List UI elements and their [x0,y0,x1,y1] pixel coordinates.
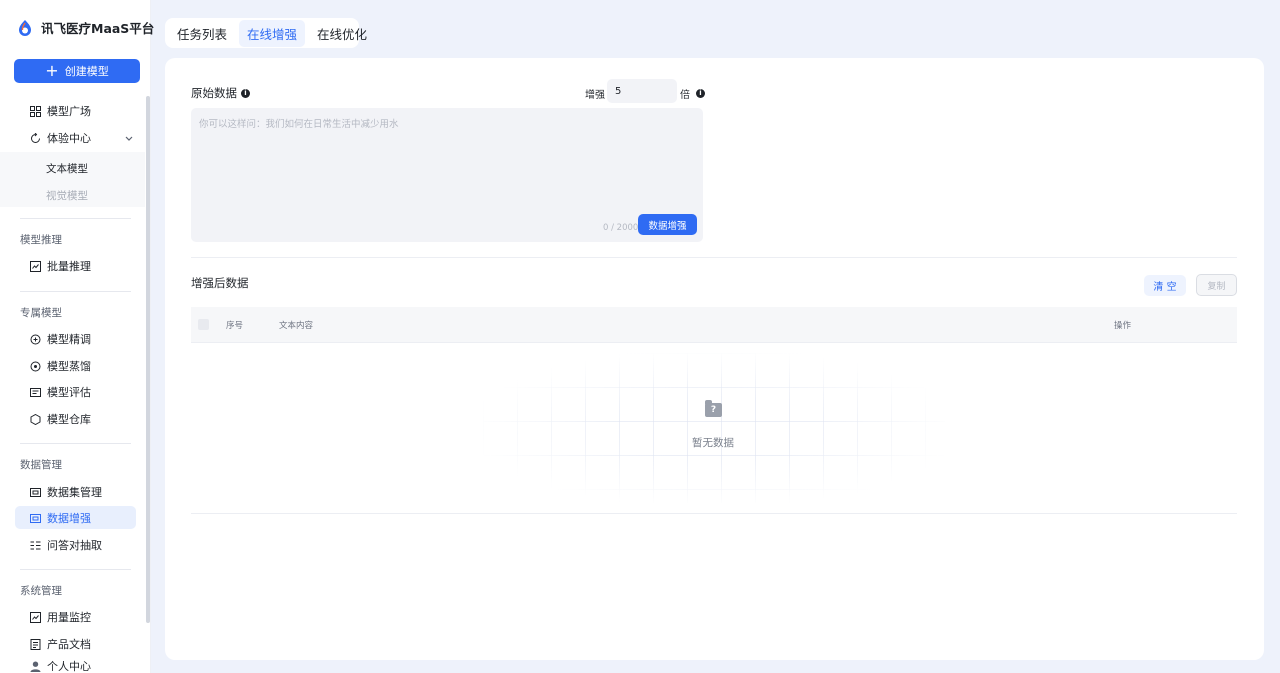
sidebar-item-label: 体验中心 [47,132,91,145]
table-bottom-divider [191,513,1237,514]
grid-icon [30,105,41,117]
section-title-system: 系统管理 [20,585,62,597]
sidebar-item-label: 模型评估 [47,386,91,399]
sidebar-item-data-enhance[interactable]: 数据增强 [30,510,91,526]
chart-icon [30,611,41,623]
char-count: 0 / 2000 [603,223,639,233]
folder-icon [30,513,41,524]
raw-data-textarea[interactable] [191,108,703,242]
sidebar-item-label: 模型仓库 [47,413,91,426]
divider [20,291,131,292]
sidebar-item-label: 产品文档 [47,638,91,651]
divider [20,569,131,570]
sidebar-item-warehouse[interactable]: 模型仓库 [30,411,91,427]
sidebar-item-product-docs[interactable]: 产品文档 [30,636,91,652]
times-unit: 倍 i [680,86,705,101]
tab-task-list[interactable]: 任务列表 [169,20,235,47]
document-icon [30,638,41,650]
result-title: 增强后数据 [191,276,249,290]
sidebar-item-label: 数据增强 [47,512,91,525]
enhance-times-label: 增强 [585,90,605,101]
section-title-inference: 模型推理 [20,234,62,246]
sidebar-item-label: 问答对抽取 [47,539,102,552]
clear-button[interactable]: 清 空 [1144,275,1186,296]
table-header: 序号 文本内容 操作 [191,307,1237,343]
data-enhance-button[interactable]: 数据增强 [638,214,697,235]
section-title-data-mgmt: 数据管理 [20,459,62,471]
sidebar-item-label: 模型广场 [47,105,91,118]
sidebar-item-label: 数据集管理 [47,486,102,499]
chart-icon [30,260,41,272]
tab-bar: 任务列表 在线增强 在线优化 [165,18,367,48]
sidebar-item-qa-extract[interactable]: 问答对抽取 [30,537,102,553]
select-all-checkbox[interactable] [198,319,209,330]
enhance-times-input[interactable] [607,79,677,103]
raw-data-textarea-container: 0 / 2000 数据增强 [191,108,703,242]
empty-text: 暂无数据 [692,437,734,449]
divider [20,218,131,219]
sidebar: 讯飞医疗MaaS平台 + 创建模型 模型广场 体验中心 文本模型 视觉模型 模型… [0,0,154,673]
info-icon[interactable]: i [696,89,705,98]
sidebar-item-label: 个人中心 [47,660,91,673]
plus-icon: + [45,61,59,80]
info-icon[interactable]: i [241,88,250,98]
times-unit-text: 倍 [680,90,690,101]
section-title-exclusive: 专属模型 [20,307,62,319]
copy-button[interactable]: 复制 [1196,274,1237,296]
sidebar-item-distill[interactable]: 模型蒸馏 [30,358,91,374]
tab-online-optimize[interactable]: 在线优化 [309,20,375,47]
sidebar-item-personal-center[interactable]: 个人中心 [30,658,91,673]
raw-data-label: 原始数据 i [191,85,250,101]
sidebar-item-usage-monitor[interactable]: 用量监控 [30,609,91,625]
sidebar-item-model-square[interactable]: 模型广场 [30,103,91,119]
list-icon [30,540,41,551]
sidebar-scrollbar[interactable] [146,96,150,623]
create-model-button[interactable]: + 创建模型 [14,59,140,83]
brand-logo-icon [16,19,34,37]
divider [191,257,1237,258]
sidebar-item-experience-center[interactable]: 体验中心 [30,130,133,146]
sidebar-item-text-model[interactable]: 文本模型 [46,161,88,176]
sidebar-item-label: 模型蒸馏 [47,360,91,373]
refresh-icon [30,132,41,144]
tune-icon [30,334,41,345]
column-header-content: 文本内容 [279,321,314,331]
sidebar-item-label: 模型精调 [47,333,91,346]
sidebar-item-dataset-mgmt[interactable]: 数据集管理 [30,484,102,500]
distill-icon [30,361,41,372]
empty-background-grid [483,353,945,503]
hexagon-icon [30,413,41,425]
folder-icon [30,487,41,498]
main-card: 原始数据 i 增强 倍 i 0 / 2000 数据增强 增强后数据 清 空 复制… [165,58,1264,660]
sidebar-item-label: 批量推理 [47,260,91,273]
column-header-action: 操作 [1114,321,1132,331]
sidebar-item-label: 用量监控 [47,611,91,624]
sidebar-item-evaluate[interactable]: 模型评估 [30,384,91,400]
evaluate-icon [30,387,41,398]
empty-folder-icon: ? [705,400,722,417]
raw-data-text: 原始数据 [191,86,237,100]
chevron-down-icon [125,132,133,145]
app-logo[interactable]: 讯飞医疗MaaS平台 [16,18,154,37]
sidebar-item-vision-model[interactable]: 视觉模型 [46,188,88,203]
user-icon [30,661,41,672]
sidebar-item-batch-inference[interactable]: 批量推理 [30,258,91,274]
tab-online-enhance[interactable]: 在线增强 [239,19,306,47]
column-header-index: 序号 [226,321,244,331]
sidebar-item-fine-tune[interactable]: 模型精调 [30,331,91,347]
divider [20,443,131,444]
empty-state: ? 暂无数据 [483,353,945,503]
create-model-label: 创建模型 [64,65,109,78]
app-title: 讯飞医疗MaaS平台 [41,21,155,36]
